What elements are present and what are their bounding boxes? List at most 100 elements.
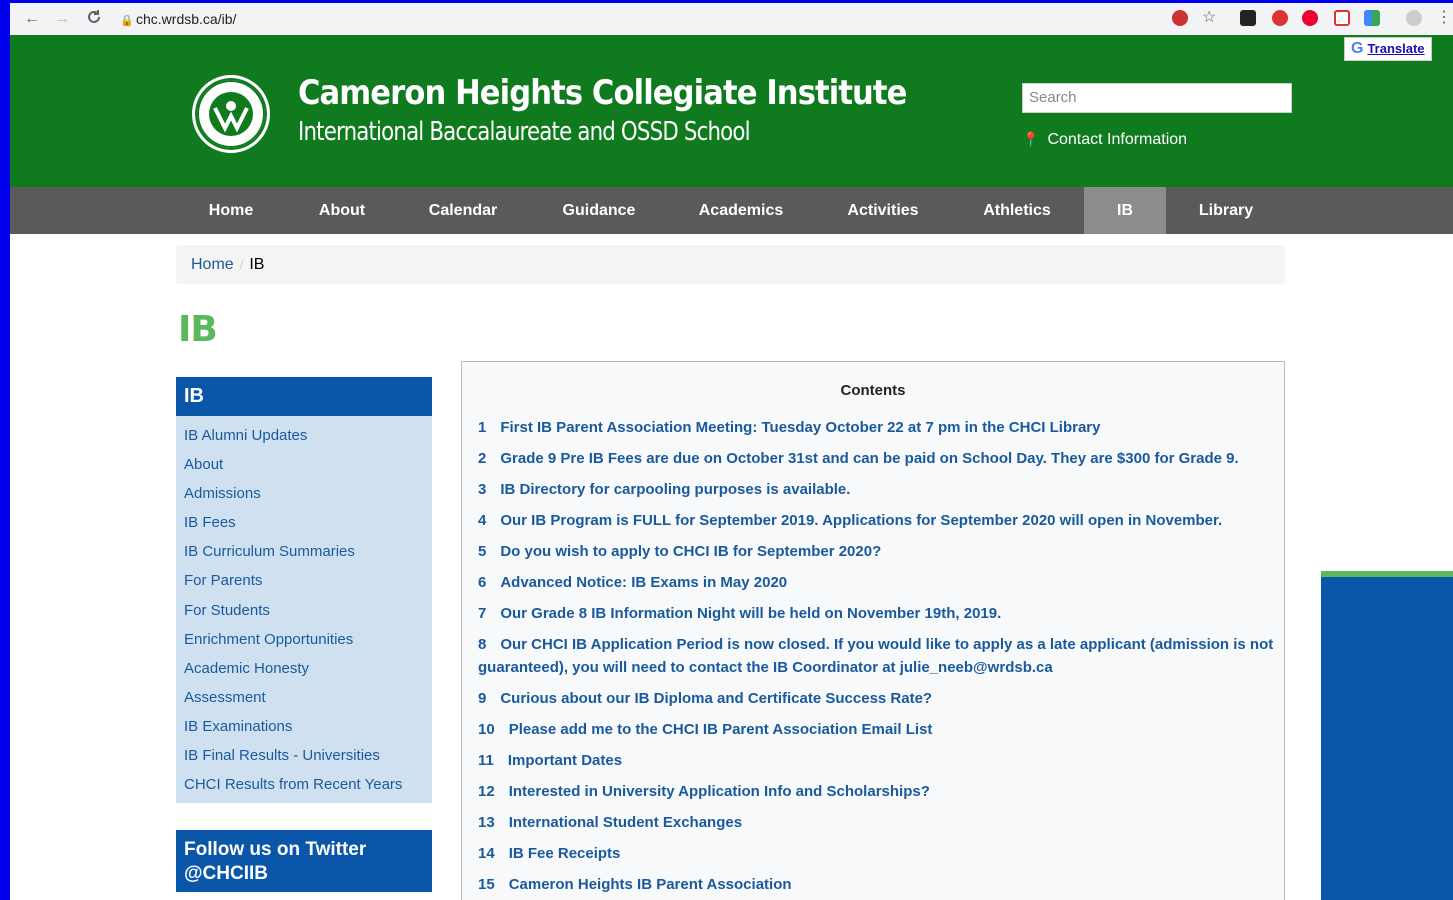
entry-text: Do you wish to apply to CHCI IB for Sept…	[500, 543, 882, 560]
entry-number: 14	[478, 845, 495, 862]
breadcrumb-current: IB	[249, 256, 265, 273]
entry-number: 5	[478, 543, 487, 560]
contents-entry-2[interactable]: 2 Grade 9 Pre IB Fees are due on October …	[478, 447, 1278, 470]
contents-entry-12[interactable]: 12 Interested in University Application I…	[478, 780, 1278, 803]
entry-number: 2	[478, 450, 487, 467]
twitter-follow-link[interactable]: Follow us on Twitter @CHCIIB	[176, 830, 432, 892]
entry-text: IB Fee Receipts	[508, 845, 621, 862]
sidebar-item-about[interactable]: About	[176, 450, 432, 479]
entry-text: Please add me to the CHCI IB Parent Asso…	[508, 721, 933, 738]
entry-number: 10	[478, 721, 495, 738]
sidebar-item-ib-alumni-updates[interactable]: IB Alumni Updates	[176, 421, 432, 450]
contents-entry-3[interactable]: 3 IB Directory for carpooling purposes is…	[478, 478, 1278, 501]
entry-text: International Student Exchanges	[508, 814, 743, 831]
entry-number: 4	[478, 512, 487, 529]
sidebar-item-academic-honesty[interactable]: Academic Honesty	[176, 654, 432, 683]
forward-icon[interactable]: →	[52, 9, 72, 29]
contents-entry-14[interactable]: 14 IB Fee Receipts	[478, 842, 1278, 865]
contents-entry-7[interactable]: 7 Our Grade 8 IB Information Night will b…	[478, 602, 1278, 625]
sidebar-item-assessment[interactable]: Assessment	[176, 683, 432, 712]
entry-number: 7	[478, 605, 487, 622]
nav-guidance[interactable]: Guidance	[530, 187, 668, 234]
entry-text: Our CHCI IB Application Period is now cl…	[478, 636, 1274, 676]
contents-entry-13[interactable]: 13 International Student Exchanges	[478, 811, 1278, 834]
reload-icon[interactable]	[84, 9, 104, 29]
google-g-icon: G	[1351, 40, 1364, 57]
nav-home[interactable]: Home	[182, 187, 280, 234]
nav-activities[interactable]: Activities	[820, 187, 946, 234]
nav-about[interactable]: About	[288, 187, 396, 234]
main-navigation: Home About Calendar Guidance Academics A…	[10, 187, 1453, 234]
entry-text: Grade 9 Pre IB Fees are due on October 3…	[500, 450, 1239, 467]
contents-list: 1 First IB Parent Association Meeting: Tu…	[478, 416, 1278, 900]
lock-icon: 🔒	[120, 15, 134, 27]
sidebar: IB IB Alumni Updates About Admissions IB…	[176, 377, 432, 804]
entry-text: Our Grade 8 IB Information Night will be…	[500, 605, 1002, 622]
sidebar-item-ib-examinations[interactable]: IB Examinations	[176, 712, 432, 741]
sidebar-item-ib-fees[interactable]: IB Fees	[176, 508, 432, 537]
contents-entry-15[interactable]: 15 Cameron Heights IB Parent Association	[478, 873, 1278, 896]
star-icon[interactable]: ☆	[1202, 10, 1218, 26]
breadcrumb-separator: /	[239, 257, 244, 272]
entry-number: 12	[478, 783, 495, 800]
decorative-side-panel	[1321, 571, 1453, 900]
sidebar-item-admissions[interactable]: Admissions	[176, 479, 432, 508]
translate-button[interactable]: G Translate	[1344, 37, 1432, 61]
entry-text: Cameron Heights IB Parent Association	[508, 876, 792, 893]
menu-icon[interactable]: ⋮	[1436, 10, 1452, 26]
contact-link[interactable]: 📍 Contact Information	[1022, 131, 1187, 149]
nav-athletics[interactable]: Athletics	[958, 187, 1076, 234]
back-icon[interactable]: ←	[22, 9, 42, 29]
entry-number: 6	[478, 574, 487, 591]
pocket-icon[interactable]	[1334, 10, 1350, 26]
entry-text: Curious about our IB Diploma and Certifi…	[500, 690, 933, 707]
entry-text: Our IB Program is FULL for September 201…	[500, 512, 1223, 529]
contents-box: Contents 1 First IB Parent Association Me…	[461, 361, 1285, 900]
extension-icon[interactable]	[1172, 10, 1188, 26]
entry-number: 8	[478, 636, 487, 653]
nav-ib[interactable]: IB	[1084, 187, 1166, 234]
entry-number: 9	[478, 690, 487, 707]
sidebar-item-for-students[interactable]: For Students	[176, 596, 432, 625]
contents-entry-8[interactable]: 8 Our CHCI IB Application Period is now c…	[478, 633, 1278, 679]
entry-text: Interested in University Application Inf…	[508, 783, 930, 800]
sidebar-item-for-parents[interactable]: For Parents	[176, 566, 432, 595]
breadcrumb-home[interactable]: Home	[191, 256, 234, 273]
map-pin-icon: 📍	[1022, 131, 1040, 147]
contents-entry-10[interactable]: 10 Please add me to the CHCI IB Parent As…	[478, 718, 1278, 741]
sidebar-item-chci-results[interactable]: CHCI Results from Recent Years	[176, 770, 432, 799]
vivaldi-icon[interactable]	[1302, 10, 1318, 26]
google-extension-icon[interactable]	[1364, 10, 1380, 26]
contents-entry-4[interactable]: 4 Our IB Program is FULL for September 20…	[478, 509, 1278, 532]
browser-window: ← → 🔒 chc.wrdsb.ca/ib/ ☆ ⋮ Cameron Height…	[10, 3, 1453, 900]
entry-text: IB Directory for carpooling purposes is …	[500, 481, 851, 498]
profile-icon[interactable]	[1406, 10, 1422, 26]
nav-library[interactable]: Library	[1182, 187, 1270, 234]
sidebar-item-enrichment[interactable]: Enrichment Opportunities	[176, 625, 432, 654]
contents-entry-11[interactable]: 11 Important Dates	[478, 749, 1278, 772]
sidebar-item-final-results[interactable]: IB Final Results - Universities	[176, 741, 432, 770]
search-input[interactable]: Search	[1022, 83, 1292, 113]
contents-entry-9[interactable]: 9 Curious about our IB Diploma and Certif…	[478, 687, 1278, 710]
pdf-extension-icon[interactable]	[1240, 10, 1256, 26]
contents-entry-5[interactable]: 5 Do you wish to apply to CHCI IB for Sep…	[478, 540, 1278, 563]
nav-academics[interactable]: Academics	[678, 187, 804, 234]
entry-text: Advanced Notice: IB Exams in May 2020	[500, 574, 788, 591]
entry-text: Important Dates	[507, 752, 623, 769]
address-bar[interactable]: 🔒 chc.wrdsb.ca/ib/	[120, 7, 1160, 31]
adblock-icon[interactable]	[1272, 10, 1288, 26]
url-text: chc.wrdsb.ca/ib/	[136, 11, 237, 27]
translate-label: Translate	[1367, 41, 1425, 56]
contents-entry-6[interactable]: 6 Advanced Notice: IB Exams in May 2020	[478, 571, 1278, 594]
sidebar-item-curriculum-summaries[interactable]: IB Curriculum Summaries	[176, 537, 432, 566]
contact-label: Contact Information	[1047, 131, 1188, 148]
nav-calendar[interactable]: Calendar	[404, 187, 522, 234]
entry-number: 11	[478, 752, 494, 769]
entry-number: 13	[478, 814, 495, 831]
site-title[interactable]: Cameron Heights Collegiate Institute	[298, 73, 907, 113]
entry-number: 1	[478, 419, 487, 436]
site-header: Cameron Heights Collegiate Institute Int…	[10, 35, 1453, 187]
school-board-logo[interactable]	[192, 75, 270, 153]
entry-number: 3	[478, 481, 487, 498]
contents-entry-1[interactable]: 1 First IB Parent Association Meeting: Tu…	[478, 416, 1278, 439]
